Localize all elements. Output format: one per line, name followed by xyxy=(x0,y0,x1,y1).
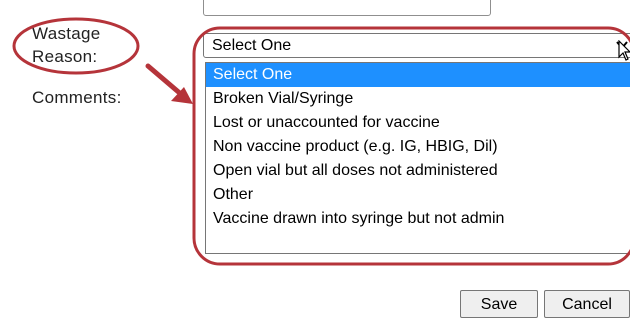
wastage-reason-dropdown-list: Select One Broken Vial/Syringe Lost or u… xyxy=(205,62,630,254)
dropdown-option-drawn-not-admin[interactable]: Vaccine drawn into syringe but not admin xyxy=(206,207,630,231)
wastage-reason-label-line2: Reason: xyxy=(32,47,98,66)
mouse-cursor-icon xyxy=(618,40,630,61)
dropdown-option-non-vaccine[interactable]: Non vaccine product (e.g. IG, HBIG, Dil) xyxy=(206,135,630,159)
save-button[interactable]: Save xyxy=(460,290,538,318)
wastage-reason-select[interactable]: Select One xyxy=(203,33,630,58)
dropdown-option-lost[interactable]: Lost or unaccounted for vaccine xyxy=(206,111,630,135)
dropdown-option-broken-vial[interactable]: Broken Vial/Syringe xyxy=(206,87,630,111)
annotation-arrow-head xyxy=(171,87,193,104)
dropdown-option-open-vial[interactable]: Open vial but all doses not administered xyxy=(206,159,630,183)
dropdown-option-select-one[interactable]: Select One xyxy=(206,63,630,87)
select-current-value: Select One xyxy=(212,37,292,54)
wastage-reason-label-line1: Wastage xyxy=(32,24,101,43)
cancel-button[interactable]: Cancel xyxy=(544,290,630,318)
comments-label: Comments: xyxy=(32,88,122,107)
dropdown-option-other[interactable]: Other xyxy=(206,183,630,207)
annotation-arrow-line xyxy=(145,63,185,98)
previous-field-input[interactable] xyxy=(203,0,491,16)
